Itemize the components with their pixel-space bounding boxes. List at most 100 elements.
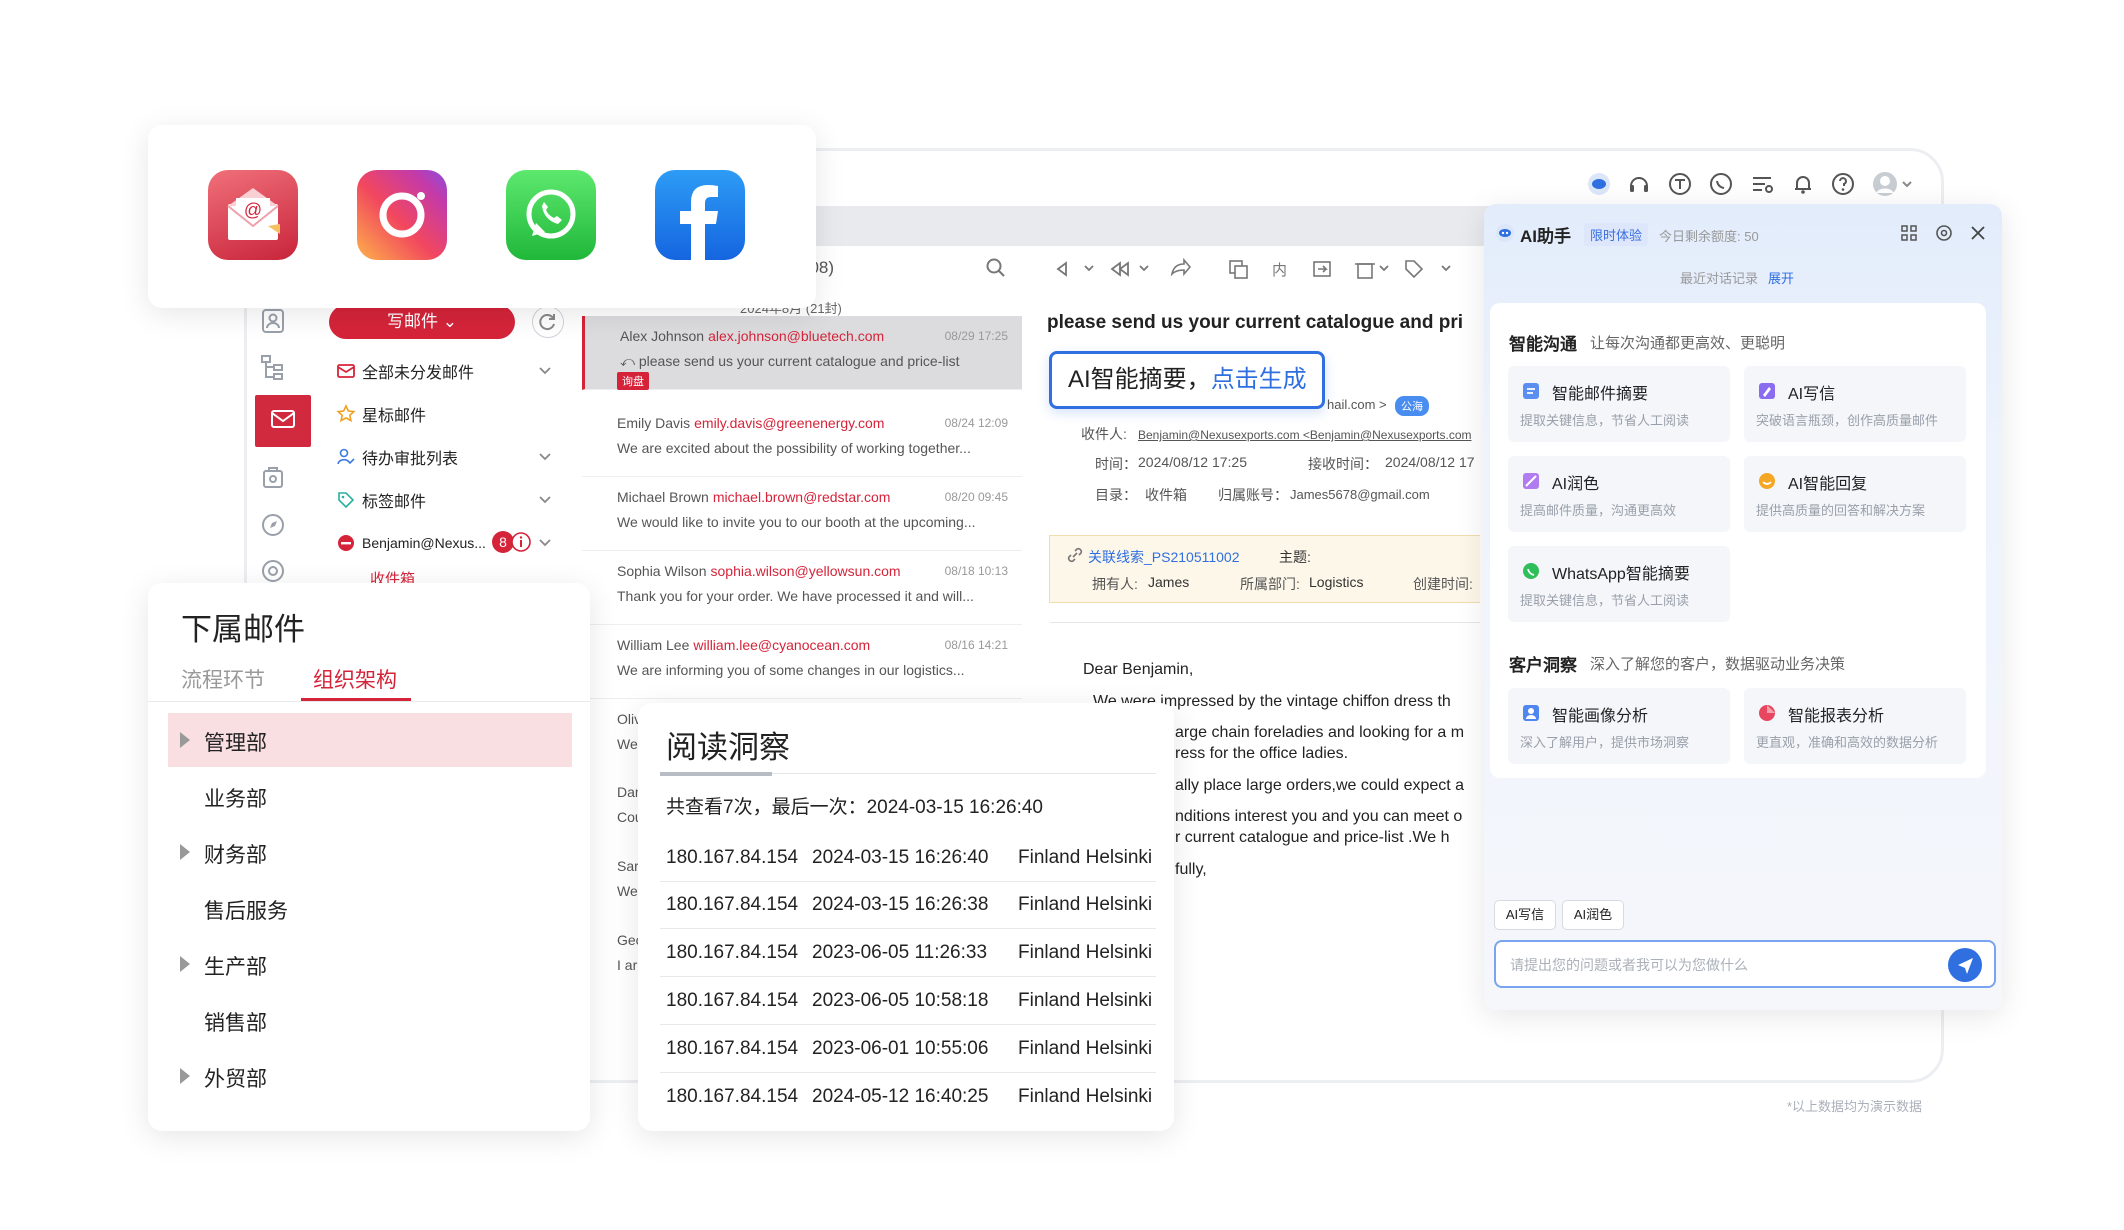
refresh-button[interactable] xyxy=(532,306,564,338)
feature-whatsapp-summary[interactable]: WhatsApp智能摘要 提取关键信息，节省人工阅读 xyxy=(1508,546,1730,622)
view-time: 2024-03-15 16:26:40 xyxy=(812,847,989,868)
instagram-icon[interactable] xyxy=(357,170,447,260)
ai-summary-button[interactable]: AI智能摘要，点击生成 xyxy=(1049,351,1325,409)
folder-undistributed[interactable]: 全部未分发邮件 xyxy=(336,357,474,385)
email-envelope-icon[interactable]: @ xyxy=(208,170,298,260)
related-lead-link[interactable]: 关联线索_PS210511002 xyxy=(1088,547,1240,567)
facebook-icon[interactable] xyxy=(655,170,745,260)
settings-icon[interactable] xyxy=(1934,223,1954,243)
tab-org-structure[interactable]: 组织架构 xyxy=(313,664,397,694)
body-line: fully, xyxy=(1175,861,1207,878)
folder-starred[interactable]: 星标邮件 xyxy=(336,400,426,428)
close-icon[interactable] xyxy=(1968,223,1988,243)
folder-label: 待办审批列表 xyxy=(362,451,459,468)
to-value[interactable]: Benjamin@Nexusexports.com <Benjamin@Nexu… xyxy=(1138,428,1480,442)
owner-value: James xyxy=(1148,574,1190,590)
expand-triangle-icon[interactable] xyxy=(180,844,190,860)
email-row[interactable]: Michael Brown michael.brown@redstar.com 0… xyxy=(582,477,1022,551)
time-label: 时间： xyxy=(1095,456,1137,472)
feature-desc: 提取关键信息，节省人工阅读 xyxy=(1520,413,1690,428)
ai-summary-link[interactable]: 点击生成 xyxy=(1211,366,1307,393)
email-date: 08/20 09:45 xyxy=(944,490,1008,504)
dept-foreign-trade[interactable]: 外贸部 xyxy=(204,1063,267,1093)
whatsapp-icon[interactable] xyxy=(506,170,596,260)
at-sign-icon[interactable] xyxy=(259,557,287,585)
email-row[interactable]: William Lee william.lee@cyanocean.com 08/… xyxy=(582,625,1022,699)
to-label: 收件人: xyxy=(1081,426,1127,442)
email-sender: Alex Johnson alex.johnson@bluetech.com xyxy=(620,328,884,344)
feature-desc: 深入了解用户，提供市场洞察 xyxy=(1520,735,1690,750)
partial-preview: We xyxy=(617,883,638,899)
ip-address: 180.167.84.154 xyxy=(666,894,799,915)
expand-triangle-icon[interactable] xyxy=(180,1068,190,1084)
feature-ai-polish[interactable]: AI润色 提高邮件质量，沟通更高效 xyxy=(1508,456,1730,532)
compass-icon[interactable] xyxy=(259,511,287,539)
expand-link[interactable]: 展开 xyxy=(1768,268,1794,287)
contacts-icon[interactable] xyxy=(259,307,287,335)
email-row[interactable]: Sophia Wilson sophia.wilson@yellowsun.com… xyxy=(582,551,1022,625)
filter-list-icon[interactable] xyxy=(1748,170,1776,198)
folder-label: 星标邮件 xyxy=(362,408,427,425)
recent-history-label: 最近对话记录 xyxy=(1680,271,1759,286)
location: Finland Helsinki xyxy=(1018,847,1153,868)
expand-triangle-icon[interactable] xyxy=(180,956,190,972)
info-icon[interactable] xyxy=(510,531,532,553)
translate-icon[interactable] xyxy=(1666,170,1694,198)
headset-icon[interactable] xyxy=(1625,170,1653,198)
whatsapp-small-icon[interactable] xyxy=(1707,170,1735,198)
feature-report-analysis[interactable]: 智能报表分析 更直观，准确和高效的数据分析 xyxy=(1744,688,1966,764)
location: Finland Helsinki xyxy=(1018,1086,1153,1107)
write-mail-button[interactable]: 写邮件 ⌄ xyxy=(329,305,515,339)
dept-business[interactable]: 业务部 xyxy=(204,783,267,813)
dept-sales[interactable]: 销售部 xyxy=(204,1007,267,1037)
send-button[interactable] xyxy=(1948,948,1982,982)
feature-smart-summary[interactable]: 智能邮件摘要 提取关键信息，节省人工阅读 xyxy=(1508,366,1730,442)
user-avatar-menu[interactable] xyxy=(1870,168,1918,200)
tab-process[interactable]: 流程环节 xyxy=(181,664,265,694)
view-time: 2024-05-12 16:40:25 xyxy=(812,1086,989,1107)
chip-ai-polish[interactable]: AI润色 xyxy=(1562,900,1624,930)
org-tree-icon[interactable] xyxy=(259,353,287,381)
ai-panel-title: AI助手 xyxy=(1520,227,1571,246)
feature-ai-reply[interactable]: AI智能回复 提供高质量的回答和解决方案 xyxy=(1744,456,1966,532)
grid-icon[interactable] xyxy=(1899,223,1919,243)
nav-mail-active[interactable] xyxy=(255,395,311,447)
lead-subject-label: 主题: xyxy=(1279,549,1311,565)
chevron-down-icon[interactable] xyxy=(538,536,552,550)
sender-name: Michael Brown xyxy=(617,489,709,505)
chevron-down-icon[interactable] xyxy=(538,493,552,507)
dept-production[interactable]: 生产部 xyxy=(204,951,267,981)
link-icon xyxy=(1066,546,1084,564)
bell-icon[interactable] xyxy=(1789,170,1817,198)
mail-red-icon xyxy=(336,361,356,381)
folder-label: 标签邮件 xyxy=(362,494,427,511)
folder-approval[interactable]: 待办审批列表 xyxy=(336,443,458,471)
chevron-down-icon[interactable] xyxy=(538,364,552,378)
folder-tags[interactable]: 标签邮件 xyxy=(336,486,426,514)
feature-persona-analysis[interactable]: 智能画像分析 深入了解用户，提供市场洞察 xyxy=(1508,688,1730,764)
help-icon[interactable] xyxy=(1829,170,1857,198)
email-date: 08/18 10:13 xyxy=(944,564,1008,578)
ai-robot-icon xyxy=(1494,222,1516,244)
partial-preview: I ar xyxy=(617,957,638,973)
ai-question-input[interactable]: 请提出您的问题或者我可以为您做什么 xyxy=(1494,940,1996,988)
bag-icon[interactable] xyxy=(259,463,287,491)
insight-row: 180.167.84.154 2024-03-15 16:26:38 Finland… xyxy=(660,881,1156,929)
dept-management[interactable]: 管理部 xyxy=(204,727,267,757)
search-icon[interactable] xyxy=(984,256,1008,280)
email-preview: We are informing you of some changes in … xyxy=(617,662,965,678)
email-row[interactable]: Alex Johnson alex.johnson@bluetech.com 08… xyxy=(582,316,1022,390)
view-time: 2024-03-15 16:26:38 xyxy=(812,894,989,915)
folder-account[interactable]: Benjamin@Nexus... xyxy=(336,529,486,557)
feature-ai-write[interactable]: AI写信 突破语言瓶颈，创作高质量邮件 xyxy=(1744,366,1966,442)
ai-assistant-icon[interactable] xyxy=(1585,170,1613,198)
public-pool-tag: 公海 xyxy=(1395,396,1429,416)
chevron-down-icon[interactable] xyxy=(538,450,552,464)
email-row[interactable]: Emily Davis emily.davis@greenenergy.com 0… xyxy=(582,403,1022,477)
email-preview: We would like to invite you to our booth… xyxy=(617,514,976,530)
dept-after-sales[interactable]: 售后服务 xyxy=(204,895,288,925)
chip-ai-write[interactable]: AI写信 xyxy=(1494,900,1556,930)
dept-finance[interactable]: 财务部 xyxy=(204,839,267,869)
ai-input-placeholder: 请提出您的问题或者我可以为您做什么 xyxy=(1510,957,1748,973)
expand-triangle-icon[interactable] xyxy=(180,732,190,748)
